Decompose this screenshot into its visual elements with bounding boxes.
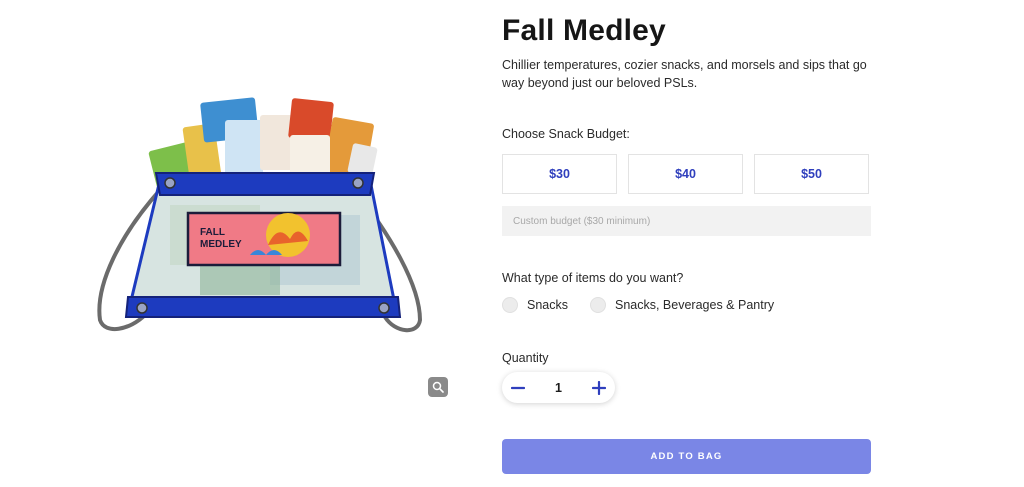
item-type-option-snacks[interactable]: Snacks (502, 297, 568, 313)
radio-label: Snacks (527, 298, 568, 312)
quantity-input[interactable] (538, 380, 579, 395)
product-description: Chillier temperatures, cozier snacks, an… (502, 58, 867, 90)
item-type-options: Snacks Snacks, Beverages & Pantry (502, 297, 796, 313)
snack-bag-illustration: FALL MEDLEY (97, 97, 423, 333)
image-label-line1: FALL (200, 227, 225, 238)
radio-button[interactable] (590, 297, 606, 313)
product-title: Fall Medley (502, 14, 666, 47)
radio-button[interactable] (502, 297, 518, 313)
decrease-quantity-button[interactable] (510, 380, 526, 396)
custom-budget-input[interactable] (502, 206, 871, 236)
magnifier-icon (432, 381, 444, 393)
image-label-line2: MEDLEY (200, 239, 242, 250)
increase-quantity-button[interactable] (591, 380, 607, 396)
zoom-button[interactable] (428, 377, 448, 397)
budget-label: Choose Snack Budget: (502, 127, 630, 141)
quantity-label: Quantity (502, 351, 549, 365)
product-image: FALL MEDLEY (90, 95, 430, 340)
item-type-option-snacks-beverages-pantry[interactable]: Snacks, Beverages & Pantry (590, 297, 774, 313)
quantity-stepper (502, 372, 615, 403)
budget-option-30[interactable]: $30 (502, 154, 617, 194)
minus-icon (511, 386, 525, 389)
radio-label: Snacks, Beverages & Pantry (615, 298, 775, 312)
budget-options: $30 $40 $50 (502, 154, 869, 194)
add-to-bag-button[interactable]: ADD TO BAG (502, 439, 871, 474)
budget-option-40[interactable]: $40 (628, 154, 743, 194)
item-type-label: What type of items do you want? (502, 271, 684, 285)
budget-option-50[interactable]: $50 (754, 154, 869, 194)
plus-icon (592, 380, 606, 395)
